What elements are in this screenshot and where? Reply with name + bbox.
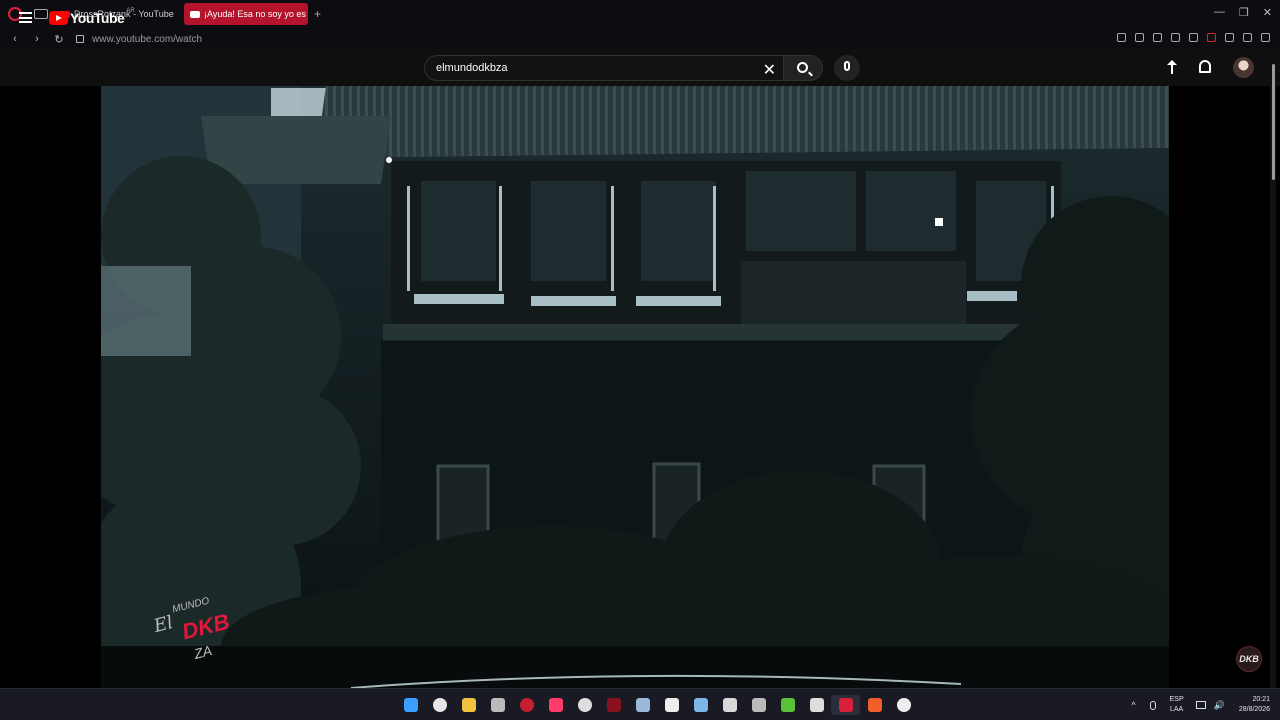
chatgpt-icon bbox=[809, 698, 824, 712]
lang-code: ESP bbox=[1169, 696, 1184, 703]
video-frame[interactable] bbox=[101, 86, 1169, 688]
tab-title: ¡Ayuda! Esa no soy yo es mi bbox=[204, 9, 308, 19]
youtube-wordmark: YouTube bbox=[70, 10, 125, 26]
tab-current-video[interactable]: ¡Ayuda! Esa no soy yo es mi bbox=[184, 3, 308, 25]
taskbar-app-ship[interactable] bbox=[628, 695, 657, 715]
video-scene-house bbox=[101, 86, 1169, 688]
notifications-bell-icon[interactable] bbox=[1199, 60, 1211, 73]
snapshot-icon[interactable] bbox=[1135, 33, 1144, 42]
new-tab-button[interactable]: + bbox=[314, 7, 321, 21]
reload-button[interactable]: ↻ bbox=[52, 33, 66, 46]
taskbar-app-epic-games[interactable] bbox=[657, 695, 686, 715]
ship-icon bbox=[635, 698, 650, 712]
download-icon[interactable] bbox=[1243, 33, 1252, 42]
url-field[interactable]: www.youtube.com/watch bbox=[92, 34, 202, 45]
logitech-icon bbox=[896, 698, 911, 712]
app-dark-red-icon bbox=[606, 698, 621, 712]
language-indicator[interactable]: ESP LAA bbox=[1170, 695, 1184, 715]
search-icon bbox=[432, 698, 447, 712]
youtube-logo[interactable]: YouTube AR bbox=[49, 8, 135, 26]
taskbar-app-recycle[interactable] bbox=[483, 695, 512, 715]
sidebar-divider-icon bbox=[1207, 33, 1216, 42]
search-query: elmundodkbza bbox=[436, 62, 508, 74]
watermark-dkb: DKB bbox=[179, 608, 232, 645]
taskbar-app-steam[interactable] bbox=[715, 695, 744, 715]
country-code: AR bbox=[126, 8, 135, 14]
gear-icon bbox=[577, 698, 592, 712]
taskbar-app-minecraft[interactable] bbox=[773, 695, 802, 715]
extension-toolbar bbox=[1117, 33, 1270, 42]
restore-button[interactable]: ❐ bbox=[1239, 6, 1249, 19]
opera-icon bbox=[838, 698, 853, 712]
steam-like-icon bbox=[693, 698, 708, 712]
volume-icon[interactable]: 🔊 bbox=[1214, 700, 1225, 711]
channel-watermark: MUNDO El DKB ZA bbox=[151, 596, 244, 670]
youtube-play-icon bbox=[49, 11, 68, 25]
youtube-favicon-icon bbox=[190, 10, 200, 18]
lock-icon[interactable] bbox=[76, 35, 84, 43]
shield-icon[interactable] bbox=[1153, 33, 1162, 42]
minecraft-icon bbox=[780, 698, 795, 712]
scrollbar-thumb[interactable] bbox=[1272, 64, 1275, 180]
taskbar-app-app-red-round[interactable] bbox=[512, 695, 541, 715]
taskbar-app-music[interactable] bbox=[541, 695, 570, 715]
window-controls: — ❐ ✕ bbox=[1214, 6, 1272, 19]
taskbar-app-opera[interactable] bbox=[831, 695, 860, 715]
microphone-icon bbox=[844, 61, 850, 71]
clock-time: 20:21 bbox=[1252, 696, 1270, 703]
back-button[interactable]: ‹ bbox=[8, 33, 22, 45]
minimize-button[interactable]: — bbox=[1214, 6, 1225, 19]
taskbar-app-logitech[interactable] bbox=[889, 695, 918, 715]
channel-branding-badge[interactable]: DKB bbox=[1236, 646, 1262, 672]
extensions-icon[interactable] bbox=[1225, 33, 1234, 42]
taskbar-app-gear[interactable] bbox=[570, 695, 599, 715]
start-icon bbox=[403, 698, 418, 712]
voice-search-button[interactable] bbox=[834, 55, 860, 81]
tray-overflow-chevron-icon[interactable]: ^ bbox=[1131, 700, 1135, 710]
taskbar-app-brave[interactable] bbox=[860, 695, 889, 715]
create-upload-icon[interactable] bbox=[1166, 60, 1178, 75]
recycle-icon bbox=[490, 698, 505, 712]
taskbar-app-obs-like[interactable] bbox=[744, 695, 773, 715]
music-icon bbox=[548, 698, 563, 712]
pin-icon[interactable] bbox=[1117, 33, 1126, 42]
clock[interactable]: 20:21 28/8/2026 bbox=[1239, 695, 1270, 715]
search-icon bbox=[797, 62, 808, 73]
file-explorer-icon bbox=[461, 698, 476, 712]
taskbar-app-chatgpt[interactable] bbox=[802, 695, 831, 715]
hamburger-menu-icon[interactable] bbox=[19, 12, 32, 23]
windows-taskbar: ^ ESP LAA 🔊 20:21 28/8/2026 bbox=[0, 688, 1280, 720]
address-bar: ‹ › ↻ www.youtube.com/watch bbox=[0, 28, 1280, 50]
taskbar-app-start[interactable] bbox=[396, 695, 425, 715]
lang-layout: LAA bbox=[1170, 706, 1184, 713]
brave-icon bbox=[867, 698, 882, 712]
tab-islands-icon[interactable] bbox=[34, 9, 48, 19]
app-red-round-icon bbox=[519, 698, 534, 712]
taskbar-app-steam-like[interactable] bbox=[686, 695, 715, 715]
clock-date: 28/8/2026 bbox=[1238, 706, 1270, 713]
system-tray: ^ ESP LAA 🔊 20:21 28/8/2026 bbox=[1131, 689, 1280, 720]
search-button[interactable] bbox=[783, 55, 823, 81]
forward-button[interactable]: › bbox=[30, 33, 44, 45]
network-icon[interactable] bbox=[1195, 701, 1206, 709]
clear-search-icon[interactable]: ✕ bbox=[763, 60, 776, 80]
taskbar-app-app-dark-red[interactable] bbox=[599, 695, 628, 715]
steam-icon bbox=[722, 698, 737, 712]
watermark-za: ZA bbox=[192, 642, 214, 662]
menu-icon[interactable] bbox=[1261, 33, 1270, 42]
taskbar-apps bbox=[396, 695, 918, 715]
epic-games-icon bbox=[664, 698, 679, 712]
avatar[interactable] bbox=[1233, 57, 1254, 78]
search-input[interactable]: elmundodkbza ✕ bbox=[424, 55, 784, 81]
play-icon[interactable] bbox=[1171, 33, 1180, 42]
obs-like-icon bbox=[751, 698, 766, 712]
browser-tab-bar: DrossRotzank - YouTube ¡Ayuda! Esa no so… bbox=[0, 0, 1280, 28]
watermark-el: El bbox=[151, 612, 176, 637]
close-window-button[interactable]: ✕ bbox=[1263, 6, 1272, 19]
taskbar-app-file-explorer[interactable] bbox=[454, 695, 483, 715]
microphone-status-icon[interactable] bbox=[1149, 700, 1156, 710]
heart-icon[interactable] bbox=[1189, 33, 1198, 42]
taskbar-app-search[interactable] bbox=[425, 695, 454, 715]
